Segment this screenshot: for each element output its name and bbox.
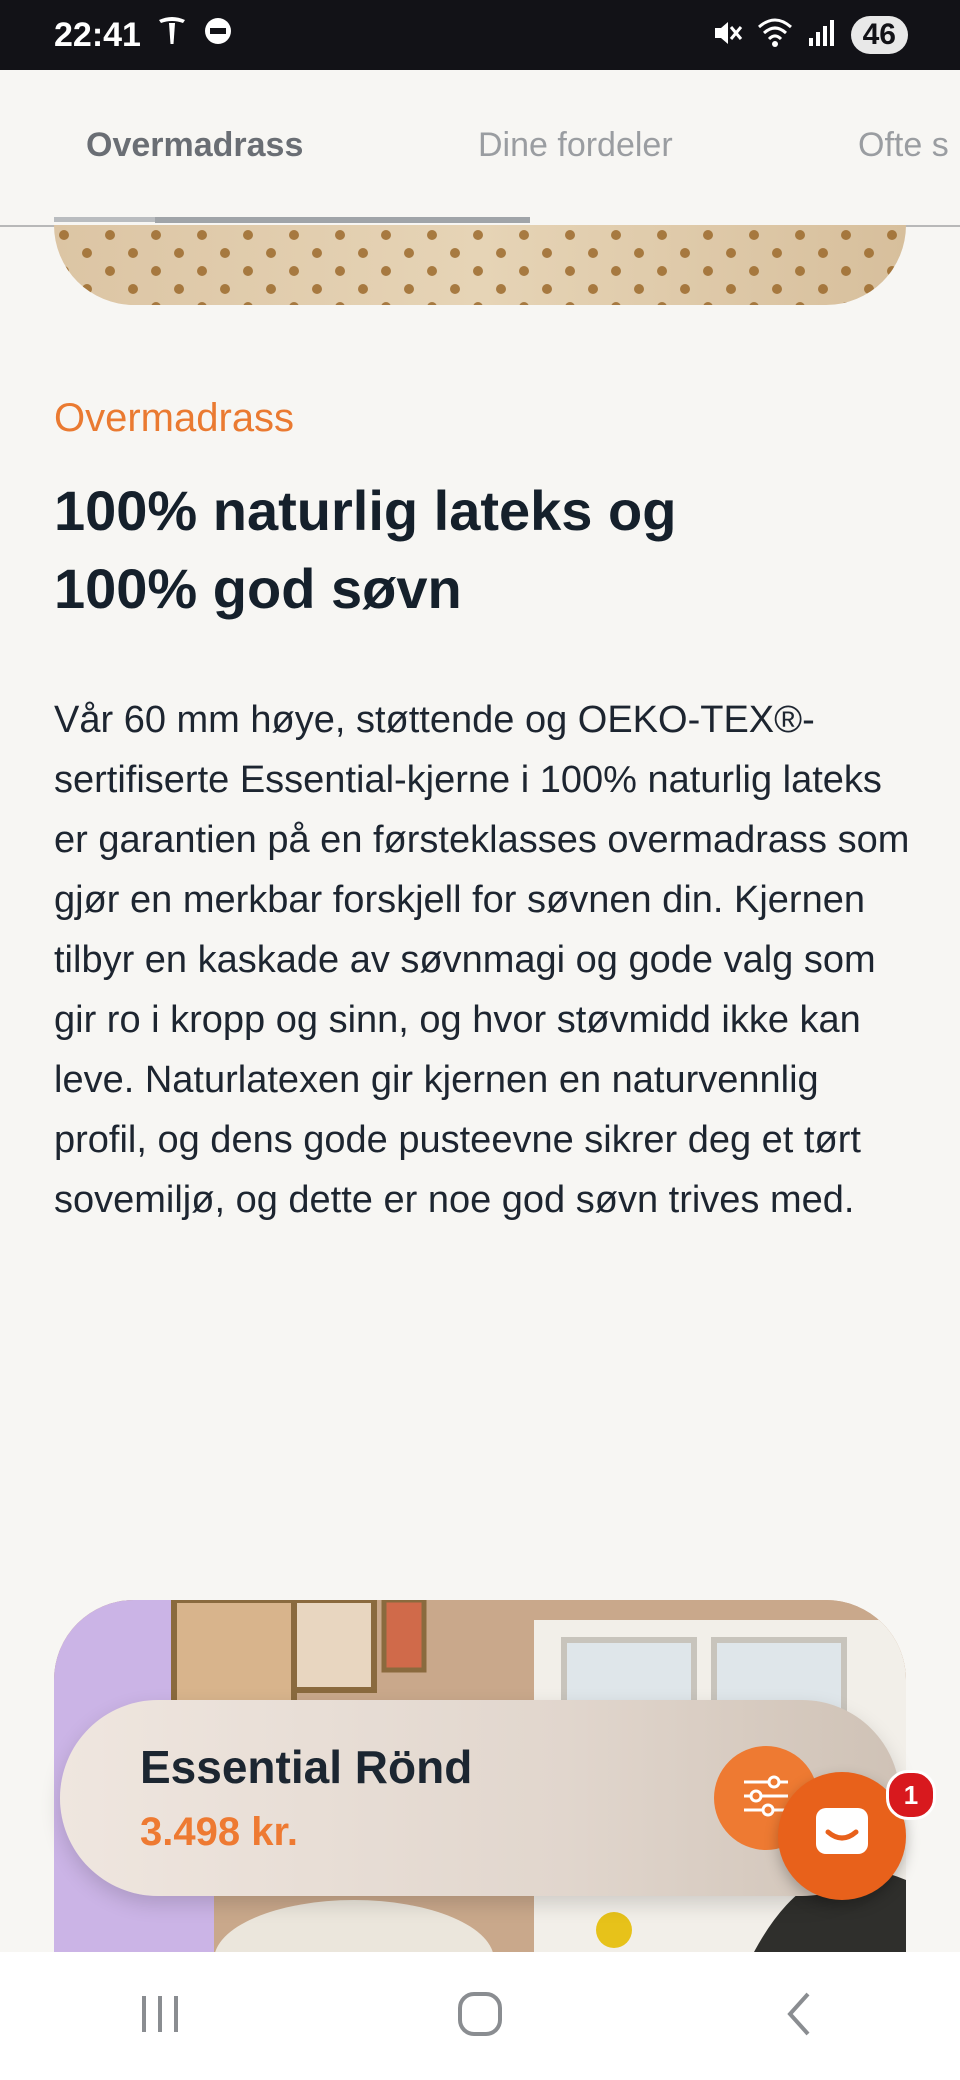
headline-line-2: 100% god søvn [54, 557, 462, 620]
mute-icon [711, 17, 743, 54]
headline-line-1: 100% naturlig lateks og [54, 479, 677, 542]
section-tabs: Overmadrass Dine fordeler Ofte s [0, 70, 960, 227]
product-name: Essential Rönd [140, 1741, 473, 1793]
tab-indicator [155, 217, 530, 223]
product-price: 3.498 kr. [140, 1810, 298, 1854]
section-eyebrow: Overmadrass [54, 396, 295, 440]
tab-dine-fordeler[interactable]: Dine fordeler [478, 126, 673, 165]
tesla-icon [155, 14, 189, 57]
wifi-icon [757, 17, 793, 54]
system-navigation-bar [0, 1952, 960, 2080]
battery-indicator: 46 [850, 16, 908, 54]
section-headline: 100% naturlig lateks og 100% god søvn [54, 472, 914, 628]
status-left: 22:41 [54, 14, 233, 57]
home-icon [456, 1990, 504, 2043]
tab-ofte-stilte[interactable]: Ofte s [858, 126, 949, 165]
section-body: Vår 60 mm høye, støttende og OEKO-TEX®-s… [54, 699, 910, 1221]
recent-apps-button[interactable] [100, 1976, 220, 2056]
home-button[interactable] [420, 1976, 540, 2056]
back-icon [778, 1990, 822, 2043]
status-time: 22:41 [54, 15, 141, 54]
circle-half-icon [203, 16, 233, 55]
signal-icon [807, 18, 837, 53]
chat-notification-badge: 1 [886, 1770, 936, 1820]
chat-icon [810, 1802, 874, 1871]
back-button[interactable] [740, 1976, 860, 2056]
recent-apps-icon [138, 1992, 182, 2041]
latex-core-image [54, 225, 906, 305]
status-right: 46 [711, 16, 908, 54]
tab-overmadrass[interactable]: Overmadrass [86, 126, 303, 165]
status-bar: 22:41 46 [0, 0, 960, 70]
